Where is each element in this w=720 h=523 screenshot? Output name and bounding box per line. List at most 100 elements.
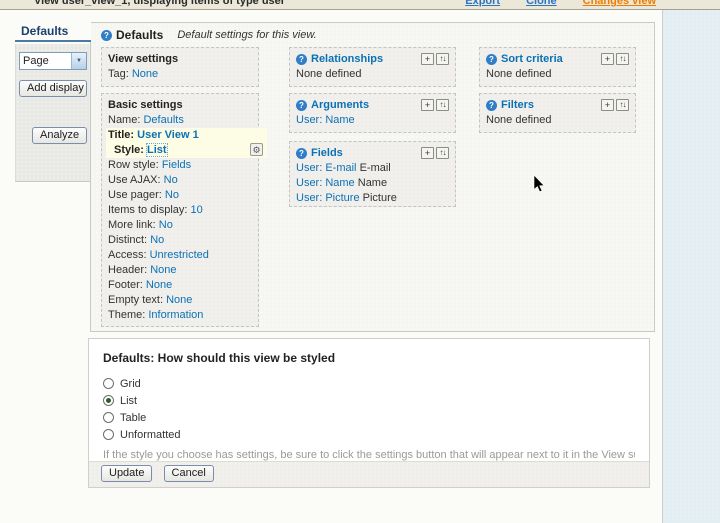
basic-settings-box: Basic settings Name: Defaults Title: Use… [101, 93, 259, 327]
rearrange-icon[interactable]: ↑↓ [436, 99, 449, 111]
field-item-link[interactable]: User: Name [296, 177, 355, 189]
add-icon[interactable]: + [421, 147, 434, 159]
setting-label: Footer: [108, 279, 143, 291]
field-item-link[interactable]: User: E-mail [296, 162, 357, 174]
help-icon[interactable]: ? [296, 100, 307, 111]
setting-value-link[interactable]: Unrestricted [150, 249, 209, 261]
view-title: View user_view_1, displaying items of ty… [34, 0, 285, 7]
radio-icon[interactable] [103, 378, 114, 389]
style-settings-gear-icon[interactable]: ⚙ [250, 143, 263, 156]
displays-sidebar: Page ▼ Add display Analyze [15, 44, 91, 182]
setting-label: Theme: [108, 309, 145, 321]
rearrange-icon[interactable]: ↑↓ [436, 53, 449, 65]
sort-criteria-title-link[interactable]: Sort criteria [501, 53, 563, 65]
analyze-button[interactable]: Analyze [32, 127, 87, 144]
add-icon[interactable]: + [421, 53, 434, 65]
setting-label: Use AJAX: [108, 174, 161, 186]
view-settings-title: View settings [108, 53, 178, 65]
sort-criteria-box: ? Sort criteria + ↑↓ None defined [479, 47, 636, 87]
rearrange-icon[interactable]: ↑↓ [616, 53, 629, 65]
filters-title-link[interactable]: Filters [501, 99, 534, 111]
help-icon[interactable]: ? [296, 54, 307, 65]
relationships-title-link[interactable]: Relationships [311, 53, 383, 65]
setting-value-link[interactable]: No [164, 174, 178, 186]
style-edit-form: Defaults: How should this view be styled… [88, 338, 650, 488]
setting-value-link[interactable]: None [150, 264, 176, 276]
style-option-table[interactable]: Table [103, 409, 635, 426]
setting-label: Distinct: [108, 234, 147, 246]
setting-value-link[interactable]: Information [148, 309, 203, 321]
help-icon[interactable]: ? [101, 30, 112, 41]
radio-label: Table [120, 412, 146, 424]
style-options: Grid List Table Unformatted [103, 375, 635, 443]
clone-link[interactable]: Clone [526, 0, 557, 7]
panel-description: Default settings for this view. [177, 29, 316, 41]
tab-defaults[interactable]: Defaults [15, 22, 91, 42]
display-type-value: Page [20, 55, 49, 67]
arguments-title-link[interactable]: Arguments [311, 99, 369, 111]
radio-label: Unformatted [120, 429, 181, 441]
form-help-text: If the style you choose has settings, be… [103, 448, 635, 462]
setting-label: Empty text: [108, 294, 163, 306]
style-option-unformatted[interactable]: Unformatted [103, 426, 635, 443]
setting-label: Access: [108, 249, 147, 261]
setting-value-link[interactable]: No [165, 189, 179, 201]
display-type-select[interactable]: Page ▼ [19, 52, 87, 70]
add-icon[interactable]: + [601, 53, 614, 65]
filters-empty: None defined [486, 113, 629, 128]
radio-icon[interactable] [103, 412, 114, 423]
setting-value-link[interactable]: 10 [191, 204, 203, 216]
help-icon[interactable]: ? [486, 100, 497, 111]
setting-label: Name: [108, 114, 140, 126]
view-settings-box: View settings Tag: None [101, 47, 259, 87]
add-icon[interactable]: + [421, 99, 434, 111]
tag-value-link[interactable]: None [132, 68, 158, 80]
field-item-suffix: Picture [363, 192, 397, 204]
sort-criteria-empty: None defined [486, 67, 629, 82]
page-background-strip [662, 10, 720, 523]
add-icon[interactable]: + [601, 99, 614, 111]
panel-header: ? Defaults Default settings for this vie… [91, 23, 654, 42]
style-option-grid[interactable]: Grid [103, 375, 635, 392]
fields-title-link[interactable]: Fields [311, 147, 343, 159]
form-heading: Defaults: How should this view be styled [103, 351, 635, 365]
radio-icon[interactable] [103, 395, 114, 406]
view-title-bar: View user_view_1, displaying items of ty… [0, 0, 720, 10]
rearrange-icon[interactable]: ↑↓ [616, 99, 629, 111]
add-display-button[interactable]: Add display [19, 80, 87, 97]
rearrange-icon[interactable]: ↑↓ [436, 147, 449, 159]
form-buttons-bar: Update Cancel [89, 461, 649, 487]
setting-value-link[interactable]: No [150, 234, 164, 246]
help-icon[interactable]: ? [296, 148, 307, 159]
setting-value-link[interactable]: Fields [162, 159, 191, 171]
setting-label: Header: [108, 264, 147, 276]
radio-icon[interactable] [103, 429, 114, 440]
update-button[interactable]: Update [101, 465, 152, 482]
tag-label: Tag: [108, 68, 129, 80]
setting-label: More link: [108, 219, 156, 231]
export-link[interactable]: Export [465, 0, 500, 7]
basic-settings-title: Basic settings [108, 99, 183, 111]
changed-settings-highlight: Title: User View 1 Style: List ⚙ [106, 128, 267, 158]
setting-value-link[interactable]: None [166, 294, 192, 306]
setting-value-link[interactable]: Defaults [143, 114, 183, 126]
display-settings-panel: ? Defaults Default settings for this vie… [90, 22, 655, 332]
setting-label: Items to display: [108, 204, 187, 216]
mouse-cursor-icon [533, 175, 545, 193]
arguments-box: ? Arguments + ↑↓ User: Name [289, 93, 456, 133]
cancel-button[interactable]: Cancel [164, 465, 214, 482]
style-value-link[interactable]: List [147, 144, 167, 156]
setting-label: Use pager: [108, 189, 162, 201]
setting-label: Title: [108, 129, 134, 141]
setting-value-link[interactable]: None [146, 279, 172, 291]
radio-label: List [120, 395, 137, 407]
panel-title: Defaults [116, 28, 163, 42]
changes-view-link[interactable]: Changes view [583, 0, 656, 7]
help-icon[interactable]: ? [486, 54, 497, 65]
field-item-suffix: Name [358, 177, 387, 189]
style-option-list[interactable]: List [103, 392, 635, 409]
argument-item-link[interactable]: User: Name [296, 114, 355, 126]
title-value-link[interactable]: User View 1 [137, 129, 199, 141]
setting-value-link[interactable]: No [159, 219, 173, 231]
field-item-link[interactable]: User: Picture [296, 192, 360, 204]
